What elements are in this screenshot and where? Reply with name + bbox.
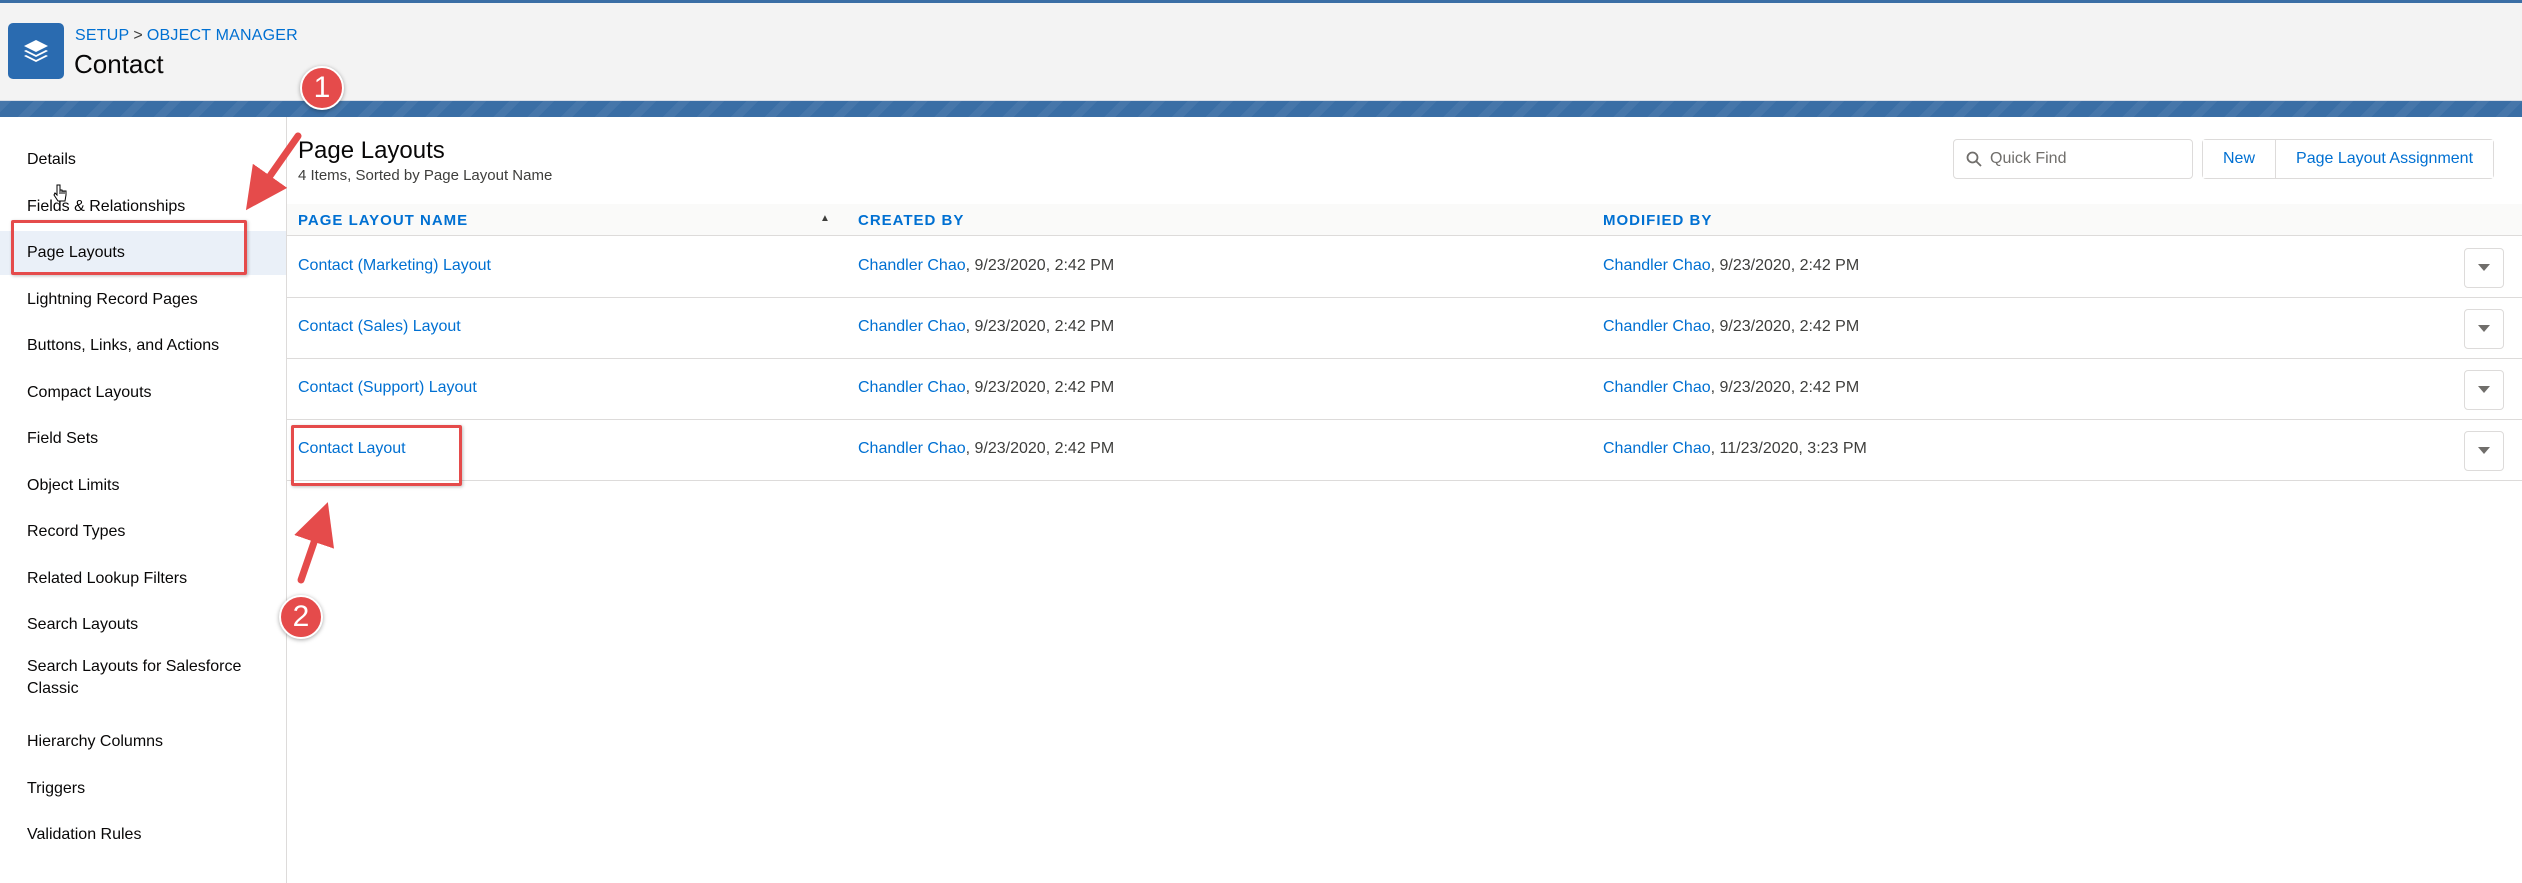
sidebar-item-hierarchy-columns[interactable]: Hierarchy Columns: [0, 720, 286, 764]
breadcrumb-object-manager[interactable]: OBJECT MANAGER: [147, 27, 298, 44]
modified-date: , 9/23/2020, 2:42 PM: [1710, 318, 1860, 335]
sidebar-item-field-sets[interactable]: Field Sets: [0, 417, 286, 461]
sidebar-item-triggers[interactable]: Triggers: [0, 767, 286, 811]
search-icon: [1966, 151, 1982, 167]
table-header: PAGE LAYOUT NAME ▲ CREATED BY MODIFIED B…: [287, 204, 2522, 236]
row-actions-button[interactable]: [2464, 370, 2504, 410]
row-actions-button[interactable]: [2464, 309, 2504, 349]
breadcrumb-separator: >: [133, 27, 143, 44]
table-row: Contact (Support) Layout Chandler Chao, …: [287, 359, 2522, 420]
sidebar-item-object-limits[interactable]: Object Limits: [0, 464, 286, 508]
new-button[interactable]: New: [2203, 140, 2276, 178]
sidebar-item-lightning-record-pages[interactable]: Lightning Record Pages: [0, 278, 286, 322]
sidebar-item-record-types[interactable]: Record Types: [0, 510, 286, 554]
quick-find-input[interactable]: [1990, 150, 2180, 168]
created-by-link[interactable]: Chandler Chao: [858, 379, 966, 396]
action-buttons: New Page Layout Assignment: [2202, 139, 2495, 179]
page-layout-assignment-button[interactable]: Page Layout Assignment: [2275, 140, 2494, 178]
created-date: , 9/23/2020, 2:42 PM: [965, 257, 1115, 274]
column-header-page-layout-name[interactable]: PAGE LAYOUT NAME: [298, 212, 468, 229]
sidebar-item-details[interactable]: Details: [0, 138, 286, 182]
layout-name-link[interactable]: Contact (Marketing) Layout: [298, 257, 491, 275]
layout-name-link[interactable]: Contact (Sales) Layout: [298, 318, 461, 336]
sidebar-item-page-layouts[interactable]: Page Layouts: [0, 231, 286, 275]
sidebar: Details Fields & Relationships Page Layo…: [0, 117, 287, 883]
table-row: Contact (Marketing) Layout Chandler Chao…: [287, 237, 2522, 298]
breadcrumb: SETUP > OBJECT MANAGER: [75, 27, 298, 45]
column-header-created-by[interactable]: CREATED BY: [858, 212, 964, 229]
sidebar-item-related-lookup-filters[interactable]: Related Lookup Filters: [0, 557, 286, 601]
modified-by-link[interactable]: Chandler Chao: [1603, 318, 1711, 335]
chevron-down-icon: [2478, 325, 2490, 332]
created-date: , 9/23/2020, 2:42 PM: [965, 440, 1115, 457]
sidebar-item-validation-rules[interactable]: Validation Rules: [0, 813, 286, 857]
breadcrumb-setup[interactable]: SETUP: [75, 27, 129, 44]
created-date: , 9/23/2020, 2:42 PM: [965, 379, 1115, 396]
layout-name-link[interactable]: Contact (Support) Layout: [298, 379, 477, 397]
created-date: , 9/23/2020, 2:42 PM: [965, 318, 1115, 335]
page-title: Contact: [74, 49, 164, 79]
created-by-link[interactable]: Chandler Chao: [858, 440, 966, 457]
sidebar-item-fields-relationships[interactable]: Fields & Relationships: [0, 185, 286, 229]
row-actions-button[interactable]: [2464, 431, 2504, 471]
modified-by-link[interactable]: Chandler Chao: [1603, 379, 1711, 396]
sort-ascending-icon[interactable]: ▲: [820, 213, 831, 224]
chevron-down-icon: [2478, 447, 2490, 454]
annotation-badge-1: 1: [300, 66, 344, 110]
sidebar-item-buttons-links-actions[interactable]: Buttons, Links, and Actions: [0, 324, 286, 368]
sidebar-item-search-layouts-classic[interactable]: Search Layouts for Salesforce Classic: [0, 648, 286, 708]
created-by-link[interactable]: Chandler Chao: [858, 257, 966, 274]
table-row: Contact Layout Chandler Chao, 9/23/2020,…: [287, 420, 2522, 481]
sidebar-item-compact-layouts[interactable]: Compact Layouts: [0, 371, 286, 415]
layers-icon: [8, 23, 64, 79]
section-subtitle: 4 Items, Sorted by Page Layout Name: [298, 167, 553, 184]
created-by-link[interactable]: Chandler Chao: [858, 318, 966, 335]
table-row: Contact (Sales) Layout Chandler Chao, 9/…: [287, 298, 2522, 359]
section-title: Page Layouts: [298, 137, 445, 164]
layout-name-link[interactable]: Contact Layout: [298, 440, 406, 458]
sidebar-item-search-layouts[interactable]: Search Layouts: [0, 603, 286, 647]
chevron-down-icon: [2478, 264, 2490, 271]
modified-by-link[interactable]: Chandler Chao: [1603, 440, 1711, 457]
mouse-cursor-icon: [53, 184, 67, 202]
chevron-down-icon: [2478, 386, 2490, 393]
quick-find[interactable]: [1953, 139, 2193, 179]
page-header: SETUP > OBJECT MANAGER Contact: [0, 0, 2522, 101]
modified-date: , 9/23/2020, 2:42 PM: [1710, 257, 1860, 274]
main-panel: Page Layouts 4 Items, Sorted by Page Lay…: [287, 117, 2522, 883]
modified-date: , 11/23/2020, 3:23 PM: [1710, 440, 1867, 457]
column-header-modified-by[interactable]: MODIFIED BY: [1603, 212, 1712, 229]
modified-date: , 9/23/2020, 2:42 PM: [1710, 379, 1860, 396]
modified-by-link[interactable]: Chandler Chao: [1603, 257, 1711, 274]
row-actions-button[interactable]: [2464, 248, 2504, 288]
annotation-badge-2: 2: [279, 595, 323, 639]
